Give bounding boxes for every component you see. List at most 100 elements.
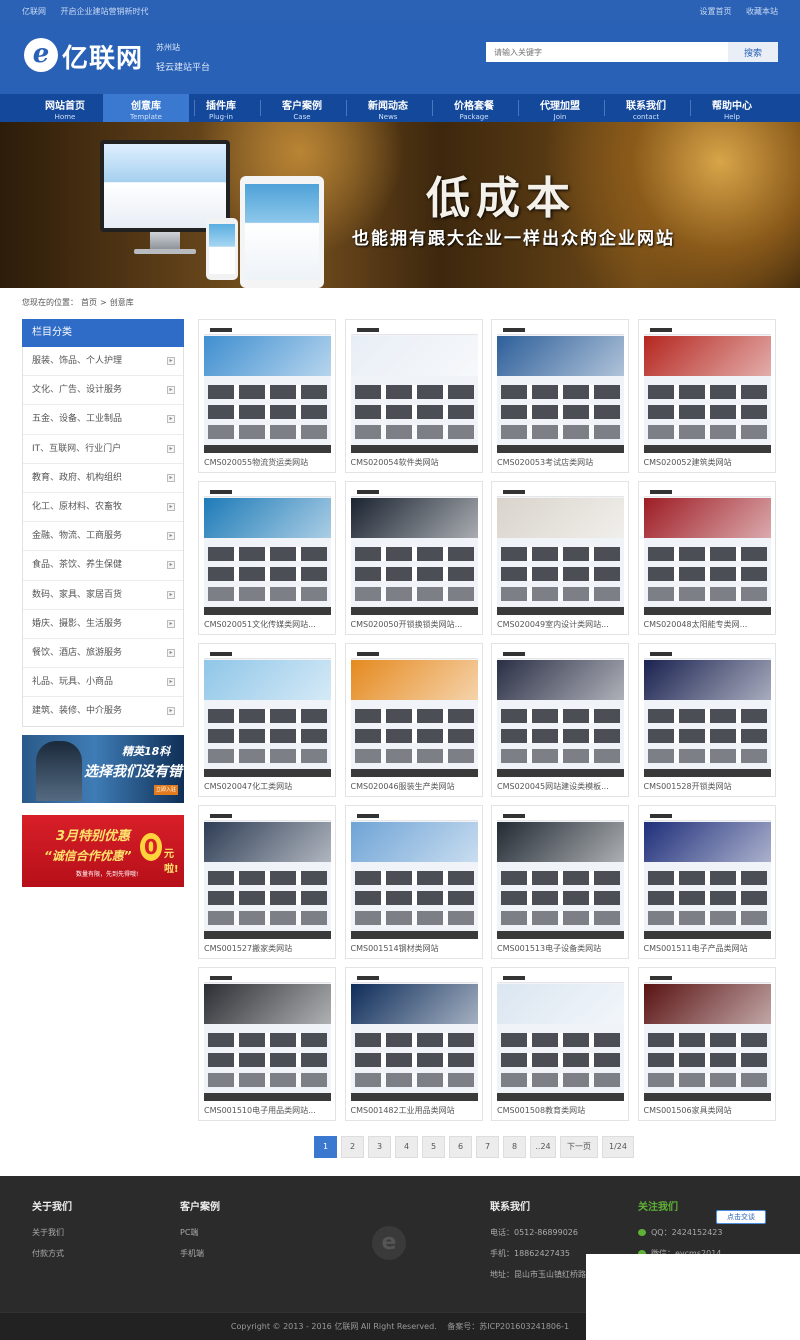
footer-link[interactable]: 付款方式	[32, 1248, 72, 1259]
nav-help[interactable]: 帮助中心 Help	[689, 94, 775, 122]
promo-banner-discount[interactable]: 3月特别优惠 “诚信合作优惠” 0 元啦! 数量有限，先到先得哦!	[22, 815, 184, 887]
template-title[interactable]: CMS020054软件类网站	[351, 457, 479, 468]
template-thumbnail[interactable]	[643, 973, 771, 1101]
template-thumbnail[interactable]	[350, 811, 478, 939]
page-link[interactable]: 7	[476, 1136, 499, 1158]
template-thumbnail[interactable]	[350, 325, 478, 453]
template-thumbnail[interactable]	[204, 649, 331, 777]
hero-banner[interactable]: 低成本 也能拥有跟大企业一样出众的企业网站	[0, 122, 800, 288]
template-card[interactable]: CMS020053考试店类网站	[491, 319, 629, 473]
template-card[interactable]: CMS020050开锁换锁类网站...	[344, 481, 483, 635]
template-title[interactable]: CMS020051文化传媒类网站...	[204, 619, 332, 630]
sidebar-category-item[interactable]: 餐饮、酒店、旅游服务 ▸	[23, 639, 183, 669]
template-title[interactable]: CMS001508教育类网站	[497, 1105, 625, 1116]
footer-link[interactable]: 手机端	[180, 1248, 220, 1259]
page-link[interactable]: 3	[368, 1136, 391, 1158]
page-link[interactable]: 1	[314, 1136, 337, 1158]
template-thumbnail[interactable]	[497, 325, 624, 453]
footer-link[interactable]: 关于我们	[32, 1227, 72, 1238]
icp-number[interactable]: 备案号：苏ICP201603241806-1	[447, 1322, 569, 1331]
sidebar-category-item[interactable]: 五金、设备、工业制品 ▸	[23, 405, 183, 435]
page-link[interactable]: 8	[503, 1136, 526, 1158]
template-title[interactable]: CMS001482工业用品类网站	[351, 1105, 479, 1116]
page-link[interactable]: 6	[449, 1136, 472, 1158]
template-title[interactable]: CMS020055物流货运类网站	[204, 457, 332, 468]
search-input[interactable]	[486, 42, 728, 62]
nav-contact[interactable]: 联系我们 contact	[603, 94, 689, 122]
sidebar-category-item[interactable]: 服装、饰品、个人护理 ▸	[23, 347, 183, 377]
breadcrumb-current[interactable]: 创意库	[110, 298, 134, 307]
sidebar-category-item[interactable]: 礼品、玩具、小商品 ▸	[23, 668, 183, 698]
template-thumbnail[interactable]	[497, 649, 624, 777]
template-title[interactable]: CMS001506家具类网站	[644, 1105, 772, 1116]
next-page-button[interactable]: 下一页	[560, 1136, 598, 1158]
template-title[interactable]: CMS001528开锁类网站	[644, 781, 772, 792]
template-card[interactable]: CMS020052建筑类网站	[637, 319, 776, 473]
sidebar-category-item[interactable]: 金融、物流、工商服务 ▸	[23, 522, 183, 552]
template-card[interactable]: CMS001513电子设备类网站	[491, 805, 629, 959]
nav-news[interactable]: 新闻动态 News	[345, 94, 431, 122]
template-thumbnail[interactable]	[643, 487, 771, 615]
template-thumbnail[interactable]	[497, 973, 624, 1101]
template-card[interactable]: CMS001508教育类网站	[491, 967, 629, 1121]
template-thumbnail[interactable]	[497, 487, 624, 615]
sidebar-category-item[interactable]: 文化、广告、设计服务 ▸	[23, 376, 183, 406]
template-title[interactable]: CMS020050开锁换锁类网站...	[351, 619, 479, 630]
page-link[interactable]: 4	[395, 1136, 418, 1158]
page-link[interactable]: 5	[422, 1136, 445, 1158]
template-title[interactable]: CMS020046服装生产类网站	[351, 781, 479, 792]
nav-home[interactable]: 网站首页 Home	[22, 94, 108, 122]
template-thumbnail[interactable]	[643, 649, 771, 777]
template-card[interactable]: CMS001528开锁类网站	[637, 643, 776, 797]
sidebar-category-item[interactable]: 食品、茶饮、养生保健 ▸	[23, 551, 183, 581]
page-link[interactable]: 2	[341, 1136, 364, 1158]
footer-link[interactable]: PC端	[180, 1227, 220, 1238]
nav-template[interactable]: 创意库 Template	[103, 94, 189, 122]
nav-package[interactable]: 价格套餐 Package	[431, 94, 517, 122]
site-name-link[interactable]: 亿联网	[22, 7, 46, 16]
template-thumbnail[interactable]	[643, 325, 771, 453]
nav-case[interactable]: 客户案例 Case	[259, 94, 345, 122]
sidebar-category-item[interactable]: 婚庆、摄影、生活服务 ▸	[23, 610, 183, 639]
chat-button[interactable]: 点击交谈	[716, 1210, 766, 1224]
template-card[interactable]: CMS001511电子产品类网站	[637, 805, 776, 959]
template-title[interactable]: CMS001513电子设备类网站	[497, 943, 625, 954]
template-thumbnail[interactable]	[204, 487, 331, 615]
bookmark-link[interactable]: 收藏本站	[746, 7, 778, 16]
template-title[interactable]: CMS001510电子用品类网站...	[204, 1105, 332, 1116]
template-title[interactable]: CMS020048太阳能专类网...	[644, 619, 772, 630]
template-thumbnail[interactable]	[204, 325, 331, 453]
template-card[interactable]: CMS020048太阳能专类网...	[637, 481, 776, 635]
template-card[interactable]: CMS001514钢材类网站	[344, 805, 483, 959]
template-title[interactable]: CMS020047化工类网站	[204, 781, 332, 792]
template-card[interactable]: CMS020046服装生产类网站	[344, 643, 483, 797]
sidebar-category-item[interactable]: 数码、家具、家居百货 ▸	[23, 581, 183, 610]
template-card[interactable]: CMS020049室内设计类网站...	[491, 481, 629, 635]
logo[interactable]: e 亿联网 苏州站 轻云建站平台	[24, 36, 224, 86]
template-card[interactable]: CMS001510电子用品类网站...	[198, 967, 336, 1121]
search-button[interactable]: 搜索	[728, 42, 778, 62]
template-card[interactable]: CMS020047化工类网站	[198, 643, 336, 797]
template-thumbnail[interactable]	[204, 811, 331, 939]
template-thumbnail[interactable]	[497, 811, 624, 939]
template-title[interactable]: CMS001527搬家类网站	[204, 943, 332, 954]
template-thumbnail[interactable]	[350, 973, 478, 1101]
template-card[interactable]: CMS001506家具类网站	[637, 967, 776, 1121]
set-homepage-link[interactable]: 设置首页	[699, 7, 731, 16]
template-card[interactable]: CMS001527搬家类网站	[198, 805, 336, 959]
sidebar-category-item[interactable]: IT、互联网、行业门户 ▸	[23, 435, 183, 464]
template-title[interactable]: CMS020053考试店类网站	[497, 457, 625, 468]
breadcrumb-home[interactable]: 首页	[81, 298, 97, 307]
sidebar-category-item[interactable]: 建筑、装修、中介服务 ▸	[23, 697, 183, 726]
sidebar-category-item[interactable]: 化工、原材料、农畜牧 ▸	[23, 493, 183, 523]
nav-plugin[interactable]: 插件库 Plug-in	[178, 94, 264, 122]
page-link[interactable]: ..24	[530, 1136, 556, 1158]
promo-banner-elite[interactable]: 精英18科 选择我们没有错 立即入驻	[22, 735, 184, 803]
template-title[interactable]: CMS020052建筑类网站	[644, 457, 772, 468]
template-thumbnail[interactable]	[350, 487, 478, 615]
template-card[interactable]: CMS001482工业用品类网站	[344, 967, 483, 1121]
template-title[interactable]: CMS001511电子产品类网站	[644, 943, 772, 954]
sidebar-category-item[interactable]: 教育、政府、机构组织 ▸	[23, 464, 183, 493]
template-thumbnail[interactable]	[204, 973, 331, 1101]
template-thumbnail[interactable]	[643, 811, 771, 939]
